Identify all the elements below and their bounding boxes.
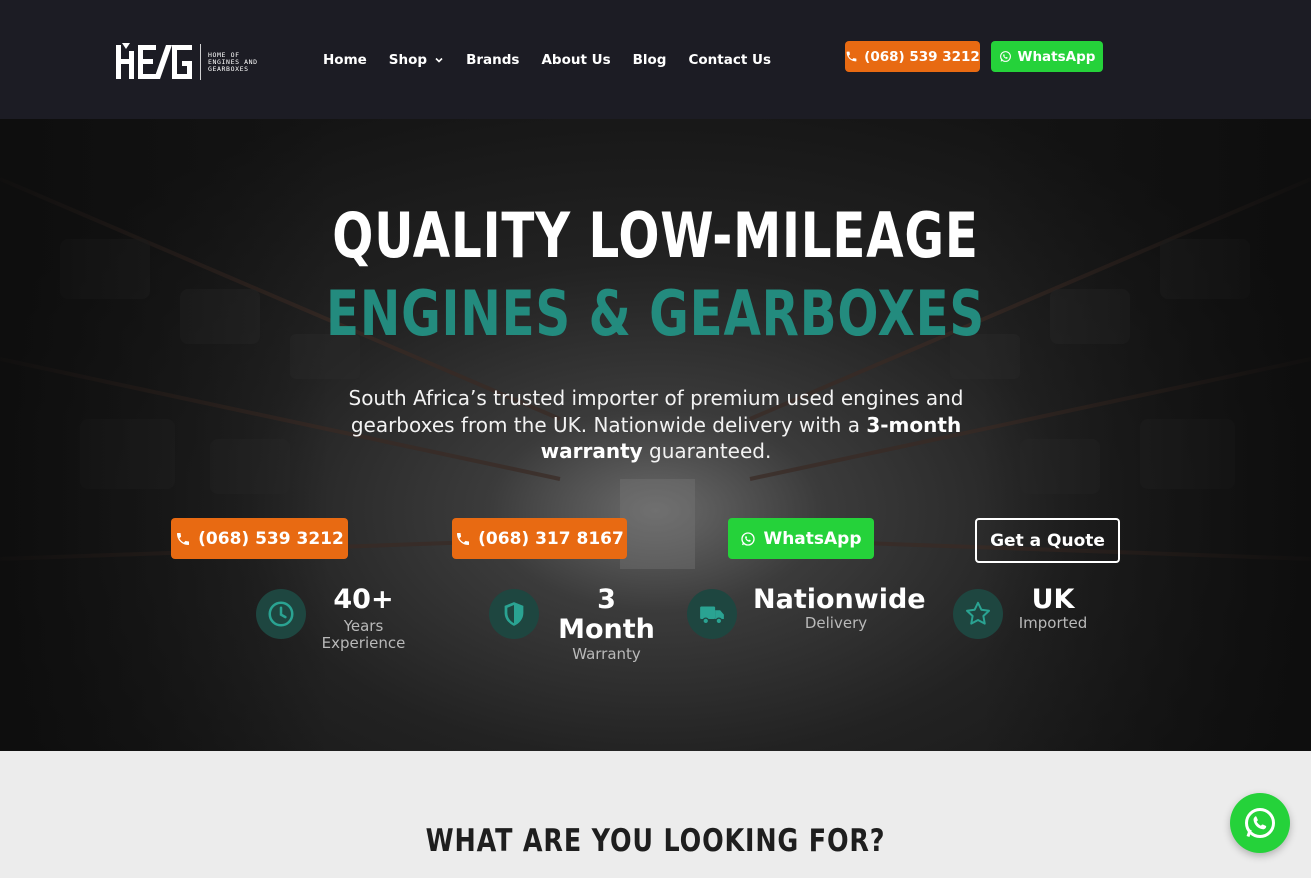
categories-section: WHAT ARE YOU LOOKING FOR? <box>0 751 1311 878</box>
hero-phone-2-label: (068) 317 8167 <box>478 528 624 549</box>
main-nav: Home Shop Brands About Us Blog Contact U… <box>323 52 793 68</box>
logo-divider <box>200 44 201 80</box>
clock-icon <box>256 589 306 639</box>
header-whatsapp-button[interactable]: WhatsApp <box>991 41 1103 72</box>
header-phone-label: (068) 539 3212 <box>864 48 980 65</box>
stat-delivery-value: Nationwide <box>753 584 926 615</box>
star-icon <box>953 589 1003 639</box>
whatsapp-icon <box>741 531 756 546</box>
logo-line-3: GEARBOXES <box>208 64 249 73</box>
header-whatsapp-label: WhatsApp <box>1017 48 1096 65</box>
section-title: WHAT ARE YOU LOOKING FOR? <box>425 823 886 859</box>
nav-about-us[interactable]: About Us <box>541 52 610 68</box>
stat-imported-label: Imported <box>1018 614 1088 632</box>
site-logo[interactable]: HOME OF ENGINES AND GEARBOXES <box>116 43 258 81</box>
hero-subtitle-part-2: guaranteed. <box>642 439 772 463</box>
hero-phone-2-button[interactable]: (068) 317 8167 <box>452 518 627 559</box>
nav-home[interactable]: Home <box>323 52 367 68</box>
stat-imported: UK Imported <box>953 585 1088 639</box>
nav-shop[interactable]: Shop <box>389 52 444 68</box>
chevron-down-icon <box>435 57 443 63</box>
stat-warranty-value: 3 Month <box>558 584 655 645</box>
hero-subtitle: South Africa’s trusted importer of premi… <box>330 385 982 465</box>
hero-whatsapp-label: WhatsApp <box>763 528 862 549</box>
nav-brands[interactable]: Brands <box>466 52 519 68</box>
header-phone-button[interactable]: (068) 539 3212 <box>845 41 980 72</box>
stat-warranty-label: Warranty <box>572 645 641 663</box>
floating-whatsapp-button[interactable] <box>1230 793 1290 853</box>
site-header: HOME OF ENGINES AND GEARBOXES Home Shop … <box>0 0 1311 119</box>
stat-delivery-label: Delivery <box>804 614 868 632</box>
truck-icon <box>687 589 737 639</box>
hero-whatsapp-button[interactable]: WhatsApp <box>728 518 874 559</box>
logo-mark <box>116 43 192 81</box>
whatsapp-icon <box>1245 808 1275 838</box>
nav-blog[interactable]: Blog <box>633 52 667 68</box>
phone-icon <box>177 532 190 545</box>
hero-phone-1-label: (068) 539 3212 <box>198 528 344 549</box>
stat-warranty: 3 Month Warranty <box>489 585 656 663</box>
hero-title-line-1: QUALITY LOW-MILEAGE <box>332 199 979 272</box>
nav-contact-us[interactable]: Contact Us <box>688 52 771 68</box>
shield-icon <box>489 589 539 639</box>
phone-icon <box>846 51 857 62</box>
logo-tagline: HOME OF ENGINES AND GEARBOXES <box>208 51 258 73</box>
whatsapp-icon <box>999 51 1011 62</box>
hero-title-line-2: ENGINES & GEARBOXES <box>325 277 985 350</box>
get-a-quote-button[interactable]: Get a Quote <box>975 518 1120 563</box>
hero-section: QUALITY LOW-MILEAGE ENGINES & GEARBOXES … <box>0 119 1311 751</box>
stat-experience-value: 40+ <box>333 584 394 615</box>
nav-shop-label: Shop <box>388 52 428 68</box>
hero-phone-1-button[interactable]: (068) 539 3212 <box>171 518 348 559</box>
phone-icon <box>457 532 470 545</box>
stat-experience: 40+ Years Experience <box>256 585 407 651</box>
stat-imported-value: UK <box>1031 584 1075 615</box>
stat-experience-label: Years Experience <box>321 617 406 652</box>
stat-delivery: Nationwide Delivery <box>687 584 926 639</box>
